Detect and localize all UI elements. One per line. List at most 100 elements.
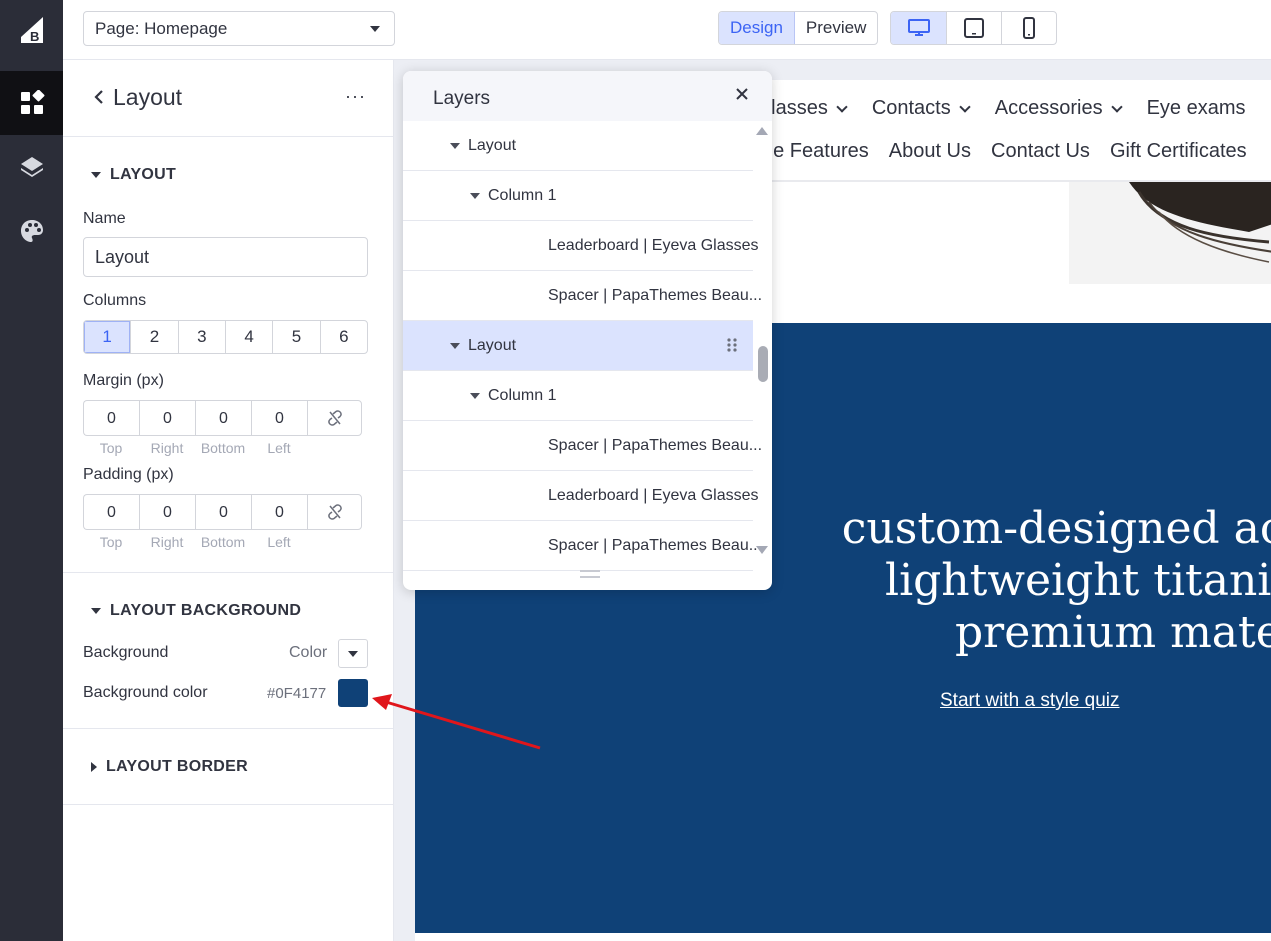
nav-item-glasses[interactable]: glasses [760,97,848,120]
nav-item-label: Eye exams [1146,97,1246,119]
caret-down-icon[interactable] [450,143,460,149]
column-option-3[interactable]: 3 [177,321,225,353]
nav-item-about-us[interactable]: About Us [889,140,971,163]
secondary-nav: ne Features About Us Contact Us Gift Cer… [762,140,1267,163]
caret-down-icon[interactable] [450,343,460,349]
palette-icon[interactable] [0,199,63,263]
background-color-label: Background color [83,684,208,701]
nav-item-label: Contacts [871,97,951,119]
side-label-top: Top [99,534,123,550]
column-option-2[interactable]: 2 [130,321,177,353]
layers-popover: Layers Layout Column 1 Leaderboard | Eyeva… [403,71,772,590]
margin-side-labels: Top Right Bottom Left [83,440,307,456]
preview-mode-button[interactable]: Preview [795,12,877,44]
layer-row[interactable]: Layout [403,321,753,371]
layout-border-section-toggle[interactable]: LAYOUT BORDER [91,758,248,776]
scroll-up-icon[interactable] [756,127,768,135]
margin-label: Margin (px) [83,372,164,389]
layout-background-section-toggle[interactable]: LAYOUT BACKGROUND [91,602,301,620]
unlink-icon[interactable] [307,400,362,436]
resize-handle-icon[interactable] [580,570,600,578]
layout-border-section-title: LAYOUT BORDER [106,758,248,775]
scrollbar-thumb[interactable] [758,346,768,382]
layer-label: Spacer | PapaThemes Beau... [548,537,763,554]
caret-down-icon[interactable] [470,193,480,199]
padding-inputs: 0 0 0 0 [83,494,363,532]
background-color-swatch[interactable] [338,679,368,707]
headline-line: premium materials in our fr [955,607,1271,658]
layout-settings-panel: Layout ··· LAYOUT Name Layout Columns 1 … [63,60,394,941]
margin-top-input[interactable]: 0 [83,400,139,436]
app-rail: B [0,0,63,941]
chevron-down-icon [959,100,971,113]
side-label-right: Right [150,440,184,456]
page-select-value: Page: Homepage [95,19,228,38]
layout-section-toggle[interactable]: LAYOUT [91,166,176,184]
scroll-down-icon[interactable] [756,546,768,554]
caret-down-icon[interactable] [470,393,480,399]
nav-item-eye-exams[interactable]: Eye exams [1147,97,1246,120]
column-option-5[interactable]: 5 [272,321,319,353]
nav-item-contact-us[interactable]: Contact Us [991,140,1090,163]
layer-row[interactable]: Spacer | PapaThemes Beau... [403,521,762,571]
layer-label: Leaderboard | Eyeva Glasses [548,237,759,254]
padding-left-input[interactable]: 0 [251,494,307,530]
top-bar: Page: Homepage Design Preview [63,0,1271,60]
layer-label: Spacer | PapaThemes Beau... [548,437,763,454]
nav-item-accessories[interactable]: Accessories [995,97,1123,120]
name-input[interactable]: Layout [83,237,368,277]
mode-toggle: Design Preview [718,11,879,45]
bigcommerce-logo[interactable]: B [0,0,63,60]
close-icon[interactable] [734,86,750,102]
column-option-6[interactable]: 6 [319,321,367,353]
layer-row[interactable]: Leaderboard | Eyeva Glasses [403,471,759,521]
background-type-dropdown[interactable] [338,639,368,668]
background-label: Background [83,644,169,661]
layer-row[interactable]: Layout [403,121,753,171]
mobile-icon[interactable] [1001,12,1056,44]
page-select[interactable]: Page: Homepage [83,11,395,46]
panel-header: Layout ··· [63,60,393,137]
padding-top-input[interactable]: 0 [83,494,139,530]
drag-handle-icon[interactable] [726,337,738,353]
primary-nav: glasses Contacts Accessories Eye exams [760,97,1271,120]
nav-item-contacts[interactable]: Contacts [871,97,971,120]
layer-label: Layout [468,337,517,354]
layer-label: Column 1 [488,387,557,404]
side-label-bottom: Bottom [200,534,246,550]
unlink-icon[interactable] [307,494,362,530]
column-option-4[interactable]: 4 [224,321,272,353]
padding-bottom-input[interactable]: 0 [195,494,251,530]
layer-label: Leaderboard | Eyeva Glasses [548,487,759,504]
widgets-icon[interactable] [0,71,63,135]
column-option-1[interactable]: 1 [84,321,131,353]
margin-bottom-input[interactable]: 0 [195,400,251,436]
nav-item-gift-certificates[interactable]: Gift Certificates [1110,140,1247,163]
back-chevron-icon[interactable] [93,89,105,105]
layer-row[interactable]: Spacer | PapaThemes Beau... [403,271,762,321]
nav-item-home-features[interactable]: ne Features [762,140,869,163]
padding-label: Padding (px) [83,466,174,483]
device-toggle [890,11,1057,45]
layer-label: Spacer | PapaThemes Beau... [548,287,763,304]
svg-text:B: B [30,29,39,44]
padding-right-input[interactable]: 0 [139,494,195,530]
layers-list: Layout Column 1 Leaderboard | Eyeva Glasse… [403,121,762,571]
side-label-top: Top [99,440,123,456]
layer-row[interactable]: Column 1 [403,371,753,421]
style-quiz-link[interactable]: Start with a style quiz [940,690,1120,712]
more-options-icon[interactable]: ··· [345,86,366,107]
layer-row[interactable]: Leaderboard | Eyeva Glasses [403,221,759,271]
tablet-icon[interactable] [946,12,1001,44]
caret-right-icon [91,762,97,772]
layers-icon[interactable] [0,135,63,199]
side-label-right: Right [150,534,184,550]
design-mode-button[interactable]: Design [719,12,795,44]
margin-left-input[interactable]: 0 [251,400,307,436]
layer-row[interactable]: Column 1 [403,171,753,221]
layer-row[interactable]: Spacer | PapaThemes Beau... [403,421,762,471]
margin-right-input[interactable]: 0 [139,400,195,436]
hero-image [1069,182,1271,284]
layers-header: Layers [403,71,772,121]
desktop-icon[interactable] [891,12,946,44]
